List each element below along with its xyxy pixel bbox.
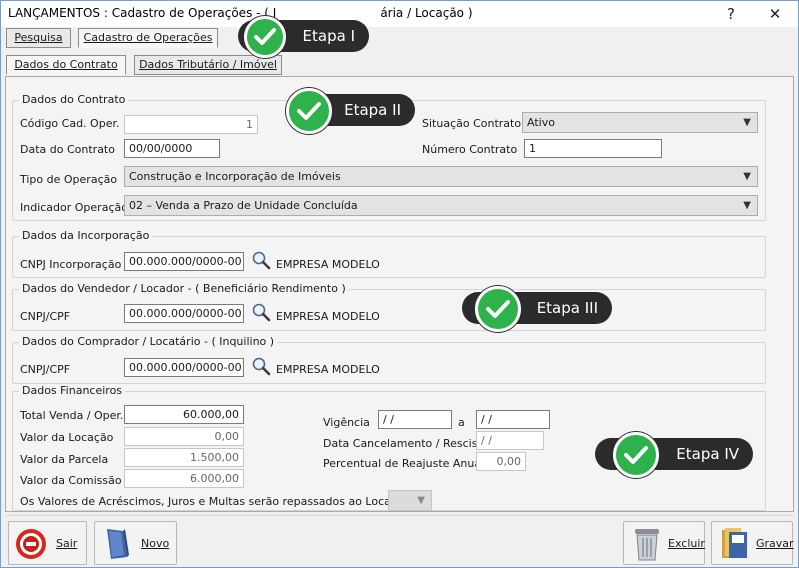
search-icon[interactable] xyxy=(251,250,271,270)
codigo-field[interactable]: 1 xyxy=(124,115,258,134)
cnpj-comprador-field[interactable]: 00.000.000/0000-00 xyxy=(124,358,244,377)
search-icon[interactable] xyxy=(251,302,271,322)
locacao-field[interactable]: 0,00 xyxy=(124,427,244,446)
tipo-operacao-label: Tipo de Operação xyxy=(20,173,118,186)
repasse-select[interactable]: ▼ xyxy=(388,490,432,511)
situacao-label: Situação Contrato xyxy=(422,117,522,130)
search-icon[interactable] xyxy=(251,356,271,376)
excluir-button[interactable]: Excluir xyxy=(623,521,705,565)
vigencia-label: Vigência xyxy=(323,416,370,429)
cancelamento-field[interactable]: / / xyxy=(476,431,544,450)
group-title: Dados Financeiros xyxy=(19,384,126,397)
cnpj-incorporacao-field[interactable]: 00.000.000/0000-00 xyxy=(124,252,244,271)
comissao-label: Valor da Comissão xyxy=(20,474,122,487)
data-contrato-label: Data do Contrato xyxy=(20,143,115,156)
chevron-down-icon: ▼ xyxy=(743,200,751,211)
check-icon xyxy=(244,16,286,58)
gravar-button[interactable]: Gravar xyxy=(711,521,794,565)
title-bar: LANÇAMENTOS : Cadastro de Operações - ( … xyxy=(1,1,798,27)
sair-button[interactable]: Sair xyxy=(8,521,87,565)
save-folder-icon xyxy=(720,526,750,565)
codigo-label: Código Cad. Oper. xyxy=(20,117,120,130)
cancelamento-label: Data Cancelamento / Rescisão xyxy=(323,437,491,450)
empresa-comprador: EMPRESA MODELO xyxy=(276,363,380,376)
chevron-down-icon: ▼ xyxy=(743,117,751,128)
numero-label: Número Contrato xyxy=(422,143,518,156)
tab-pesquisa[interactable]: Pesquisa xyxy=(6,28,71,48)
reajuste-field[interactable]: 0,00 xyxy=(476,452,526,471)
subtab-dados-contrato[interactable]: Dados do Contrato xyxy=(6,55,126,75)
empresa-vendedor: EMPRESA MODELO xyxy=(276,310,380,323)
excluir-label: Excluir xyxy=(668,537,705,550)
help-button[interactable]: ? xyxy=(719,4,743,24)
tab-cadastro-operacoes[interactable]: Cadastro de Operações xyxy=(78,28,218,48)
indicador-label: Indicador Operação xyxy=(20,201,128,214)
numero-field[interactable]: 1 xyxy=(524,139,662,158)
data-contrato-field[interactable]: 00/00/0000 xyxy=(124,139,220,158)
chevron-down-icon: ▼ xyxy=(743,171,751,182)
empresa-incorporacao: EMPRESA MODELO xyxy=(276,258,380,271)
comissao-field[interactable]: 6.000,00 xyxy=(124,469,244,488)
cnpj-vendedor-label: CNPJ/CPF xyxy=(20,310,71,323)
sair-label: Sair xyxy=(56,537,78,550)
total-label: Total Venda / Oper. xyxy=(20,409,124,422)
check-icon xyxy=(286,88,332,134)
parcela-field[interactable]: 1.500,00 xyxy=(124,448,244,467)
vigencia-to-field[interactable]: / / xyxy=(476,410,550,429)
group-title: Dados da Incorporação xyxy=(19,229,153,242)
parcela-label: Valor da Parcela xyxy=(20,453,109,466)
reajuste-label: Percentual de Reajuste Anual xyxy=(323,457,485,470)
indicador-select[interactable]: 02 – Venda a Prazo de Unidade Concluída ▼ xyxy=(124,195,758,216)
vigencia-from-field[interactable]: / / xyxy=(378,410,452,429)
subtab-dados-tributario[interactable]: Dados Tributário / Imóvel xyxy=(134,55,282,75)
tipo-operacao-select[interactable]: Construção e Incorporação de Imóveis ▼ xyxy=(124,166,758,187)
check-icon xyxy=(613,432,659,478)
chevron-down-icon: ▼ xyxy=(417,495,425,506)
cnpj-comprador-label: CNPJ/CPF xyxy=(20,363,71,376)
group-title: Dados do Contrato xyxy=(19,93,129,106)
cnpj-vendedor-field[interactable]: 00.000.000/0000-00 xyxy=(124,304,244,323)
locacao-label: Valor da Locação xyxy=(20,431,114,444)
novo-label: Novo xyxy=(141,537,170,550)
window-title: LANÇAMENTOS : Cadastro de Operações - ( … xyxy=(8,6,473,20)
group-title: Dados do Comprador / Locatário - ( Inqui… xyxy=(19,335,278,348)
gravar-label: Gravar xyxy=(756,537,794,550)
situacao-select[interactable]: Ativo ▼ xyxy=(522,112,758,133)
new-document-icon xyxy=(105,527,131,564)
repasse-label: Os Valores de Acréscimos, Juros e Multas… xyxy=(20,495,410,508)
cnpj-incorporacao-label: CNPJ Incorporação xyxy=(20,258,122,271)
bottom-separator xyxy=(5,515,794,516)
close-button[interactable]: ✕ xyxy=(763,4,787,24)
total-field[interactable]: 60.000,00 xyxy=(124,405,244,424)
power-icon xyxy=(15,528,47,563)
app-window: LANÇAMENTOS : Cadastro de Operações - ( … xyxy=(0,0,799,568)
vigencia-separator: a xyxy=(458,416,465,429)
check-icon xyxy=(475,286,521,332)
group-title: Dados do Vendedor / Locador - ( Benefici… xyxy=(19,282,349,295)
trash-icon xyxy=(633,526,661,565)
novo-button[interactable]: Novo xyxy=(94,521,177,565)
